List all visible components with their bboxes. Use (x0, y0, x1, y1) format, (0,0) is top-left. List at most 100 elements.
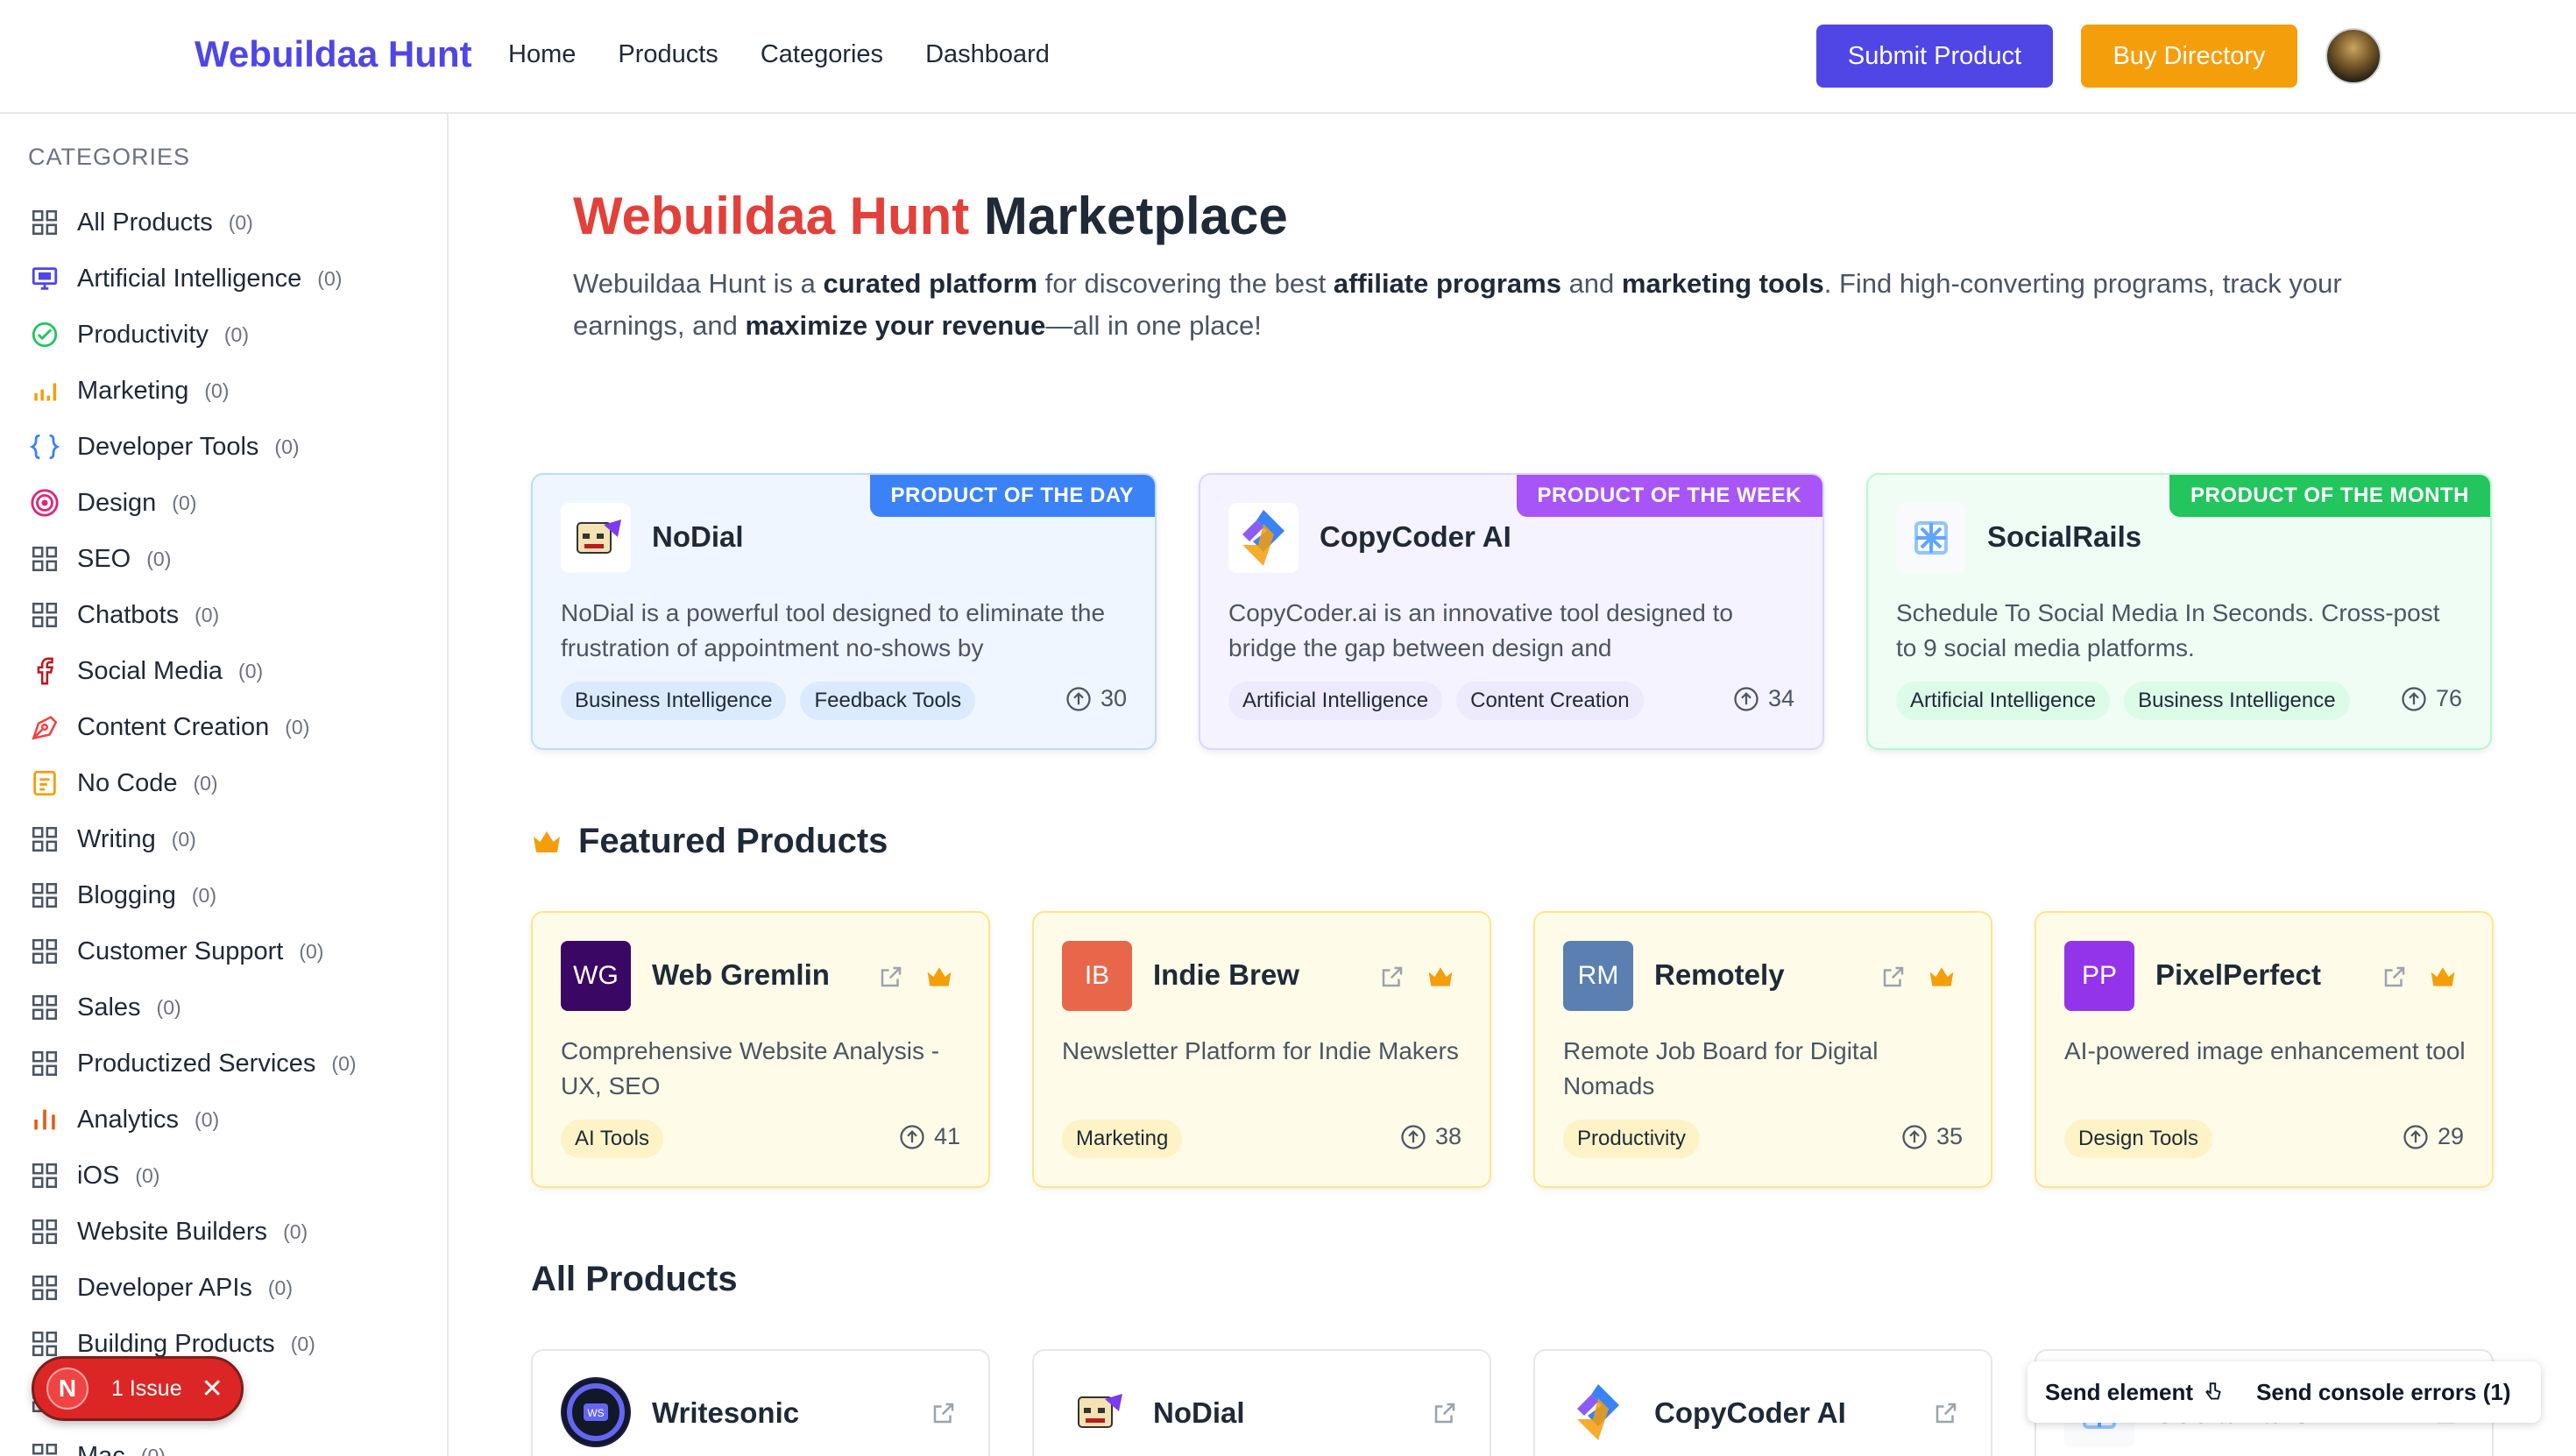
external-link-icon[interactable] (1880, 964, 1907, 990)
nav-products[interactable]: Products (618, 40, 718, 69)
sidebar-item[interactable]: Writing (0) (28, 811, 357, 867)
product-name[interactable]: Writesonic (652, 1396, 799, 1430)
external-link-icon[interactable] (1379, 964, 1405, 990)
product-name[interactable]: SocialRails (1987, 520, 2141, 554)
sidebar-item[interactable]: Sales (0) (28, 979, 357, 1035)
product-card-writesonic[interactable]: WS Writesonic (531, 1349, 990, 1456)
socialrails-logo-icon (1896, 503, 1966, 573)
vote-count: 29 (2437, 1123, 2464, 1149)
upvote-button[interactable]: 34 (1733, 685, 1794, 712)
sidebar-item[interactable]: No Code (0) (28, 755, 357, 811)
tag[interactable]: Marketing (1062, 1120, 1183, 1158)
nav-categories[interactable]: Categories (761, 40, 883, 69)
sidebar-item-count: (0) (238, 659, 264, 682)
product-of-the-week-card[interactable]: PRODUCT OF THE WEEK CopyCoder AI CopyCod… (1199, 473, 1824, 866)
tag[interactable]: Business Intelligence (2124, 682, 2350, 720)
pen-tool-icon (28, 710, 61, 744)
featured-product-card[interactable]: RM Remotely Remote Job Board for Digital N… (1533, 911, 1992, 1188)
copycoder-logo-icon (1563, 1377, 1633, 1447)
tag[interactable]: Artificial Intelligence (1896, 682, 2111, 720)
sidebar-item-label: Social Media (77, 656, 223, 685)
sidebar-item-label: Chatbots (77, 600, 180, 629)
grid-icon (28, 879, 61, 912)
vote-count: 76 (2435, 685, 2462, 711)
sidebar-item[interactable]: Blogging (0) (28, 867, 357, 923)
external-link-icon[interactable] (878, 964, 904, 990)
product-name[interactable]: CopyCoder AI (1654, 1396, 1846, 1430)
award-badge: PRODUCT OF THE WEEK (1516, 475, 1822, 517)
target-icon (28, 486, 61, 519)
product-card-nodial[interactable]: NoDial (1032, 1349, 1491, 1456)
sidebar-item-count: (0) (228, 210, 253, 234)
nav-home[interactable]: Home (508, 40, 576, 69)
tag[interactable]: Business Intelligence (561, 682, 787, 720)
sidebar-item[interactable]: Website Builders (0) (28, 1204, 357, 1260)
product-description: CopyCoder.ai is an innovative tool desig… (1228, 599, 1733, 661)
sidebar-item[interactable]: Content Creation (0) (28, 699, 357, 755)
send-console-errors-button[interactable]: Send console errors (1) (2256, 1379, 2510, 1406)
sidebar-item[interactable]: Developer Tools (0) (28, 419, 357, 475)
sidebar-item[interactable]: Developer APIs (0) (28, 1260, 357, 1316)
product-description: NoDial is a powerful tool designed to el… (561, 599, 1106, 661)
close-icon[interactable]: ✕ (202, 1374, 223, 1404)
sidebar-item[interactable]: Customer Support (0) (28, 923, 357, 979)
upvote-icon (1734, 686, 1759, 711)
product-card-copycoder[interactable]: CopyCoder AI (1533, 1349, 1992, 1456)
upvote-button[interactable]: 38 (1400, 1123, 1461, 1150)
sidebar-item[interactable]: Design (0) (28, 475, 357, 531)
featured-product-card[interactable]: WG Web Gremlin Comprehensive Website Analy… (531, 911, 990, 1188)
tag[interactable]: Feedback Tools (800, 682, 976, 720)
sidebar-item[interactable]: Marketing (0) (28, 363, 357, 419)
sidebar-item[interactable]: iOS (0) (28, 1148, 357, 1204)
devtools-toolbar: Send element Send console errors (1) (2028, 1361, 2541, 1423)
product-of-the-month-card[interactable]: PRODUCT OF THE MONTH SocialRails Schedul… (1866, 473, 2492, 866)
sidebar-item[interactable]: Productivity (0) (28, 307, 357, 363)
product-name[interactable]: PixelPerfect (2155, 958, 2321, 992)
product-name[interactable]: NoDial (1153, 1396, 1245, 1430)
upvote-button[interactable]: 29 (2403, 1123, 2464, 1150)
external-link-icon[interactable] (2381, 964, 2408, 990)
sidebar-item[interactable]: Mac (0) (28, 1428, 357, 1456)
sidebar-item[interactable]: SEO (0) (28, 531, 357, 587)
submit-product-button[interactable]: Submit Product (1816, 25, 2053, 88)
tag[interactable]: Design Tools (2064, 1120, 2212, 1158)
tag-row: Artificial Intelligence Content Creation (1228, 682, 1644, 720)
sidebar-item[interactable]: Social Media (0) (28, 643, 357, 699)
upvote-button[interactable]: 30 (1065, 685, 1127, 712)
product-name[interactable]: Indie Brew (1153, 958, 1299, 992)
buy-directory-button[interactable]: Buy Directory (2081, 25, 2297, 88)
site-logo[interactable]: Webuildaa Hunt (195, 33, 472, 75)
product-of-the-day-card[interactable]: PRODUCT OF THE DAY NoDial NoDial is a po… (531, 473, 1157, 866)
tag[interactable]: Content Creation (1456, 682, 1644, 720)
nav-dashboard[interactable]: Dashboard (925, 40, 1050, 69)
tag[interactable]: AI Tools (561, 1120, 663, 1158)
sidebar-item[interactable]: Chatbots (0) (28, 587, 357, 643)
product-initials-logo: PP (2064, 941, 2134, 1011)
copycoder-logo-icon (1228, 503, 1299, 573)
upvote-button[interactable]: 41 (899, 1123, 960, 1150)
product-name[interactable]: Remotely (1654, 958, 1785, 992)
product-name[interactable]: NoDial (652, 520, 744, 554)
sidebar-item[interactable]: Productized Services (0) (28, 1035, 357, 1092)
product-name[interactable]: CopyCoder AI (1320, 520, 1511, 554)
issue-indicator[interactable]: N 1 Issue ✕ (32, 1356, 244, 1421)
sidebar-item[interactable]: Artificial Intelligence (0) (28, 251, 357, 307)
crown-icon (534, 830, 560, 852)
upvote-button[interactable]: 76 (2401, 685, 2462, 712)
category-sidebar: CATEGORIES All Products (0) Artificial Int… (0, 114, 449, 1456)
sidebar-item-label: No Code (77, 768, 178, 797)
product-name[interactable]: Web Gremlin (652, 958, 830, 992)
grid-icon (28, 1047, 61, 1080)
product-initials-logo: RM (1563, 941, 1633, 1011)
sidebar-item[interactable]: All Products (0) (28, 194, 357, 251)
sidebar-item-count: (0) (146, 547, 172, 570)
user-avatar[interactable] (2325, 28, 2381, 84)
tag[interactable]: Productivity (1563, 1120, 1701, 1158)
send-element-button[interactable]: Send element (2045, 1379, 2225, 1406)
product-description: Schedule To Social Media In Seconds. Cro… (1896, 599, 2440, 661)
sidebar-item[interactable]: Analytics (0) (28, 1092, 357, 1148)
featured-product-card[interactable]: IB Indie Brew Newsletter Platform for Indi… (1032, 911, 1491, 1188)
featured-product-card[interactable]: PP PixelPerfect AI-powered image enhanceme… (2035, 911, 2494, 1188)
tag[interactable]: Artificial Intelligence (1228, 682, 1443, 720)
upvote-button[interactable]: 35 (1901, 1123, 1963, 1150)
